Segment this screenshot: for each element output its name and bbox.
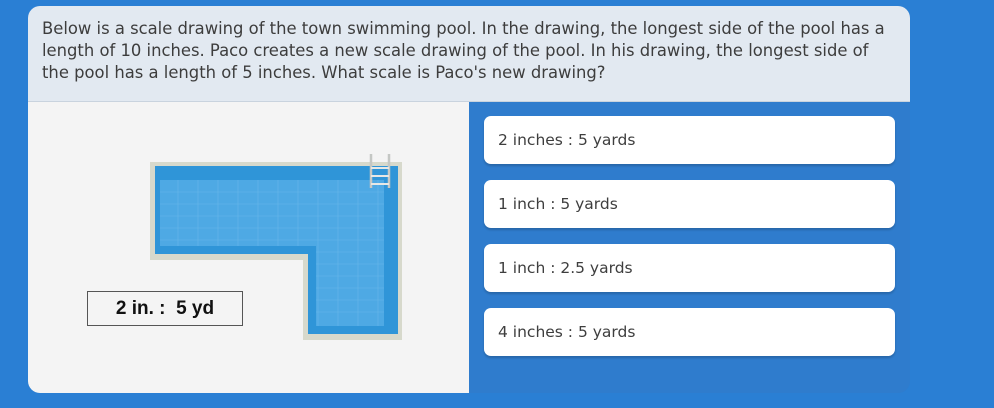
answer-choice-1[interactable]: 2 inches : 5 yards [484,116,895,164]
answer-choice-label: 1 inch : 5 yards [498,195,618,213]
answer-choice-3[interactable]: 1 inch : 2.5 yards [484,244,895,292]
answer-choices: 2 inches : 5 yards 1 inch : 5 yards 1 in… [469,102,910,393]
answer-choice-label: 1 inch : 2.5 yards [498,259,633,277]
question-card: Below is a scale drawing of the town swi… [28,6,910,393]
answer-choice-label: 2 inches : 5 yards [498,131,636,149]
answer-choice-2[interactable]: 1 inch : 5 yards [484,180,895,228]
answer-choice-4[interactable]: 4 inches : 5 yards [484,308,895,356]
scale-drawing-panel: 2 in. : 5 yd [28,102,469,393]
answer-choice-label: 4 inches : 5 yards [498,323,636,341]
scale-label: 2 in. : 5 yd [87,291,243,326]
pool-drawing-icon [150,154,402,340]
question-text: Below is a scale drawing of the town swi… [28,6,910,102]
